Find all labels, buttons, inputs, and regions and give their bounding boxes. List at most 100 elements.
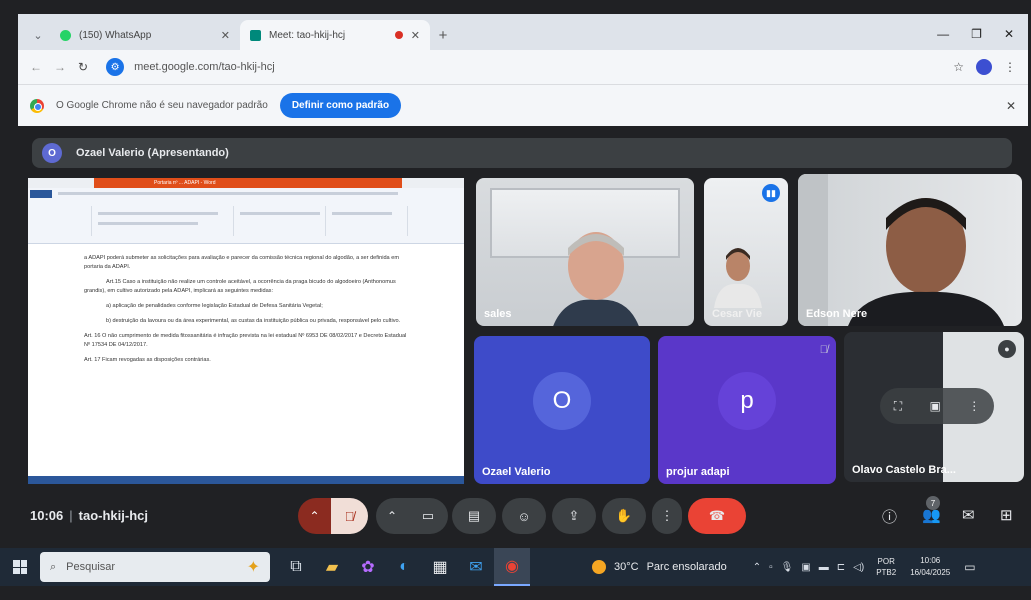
reload-icon[interactable]: ↻ (78, 60, 88, 74)
camera-options-chevron-icon[interactable]: ⌃ (376, 498, 408, 534)
back-icon[interactable]: ← (30, 60, 42, 74)
participant-name: Ozael Valerio (482, 466, 551, 478)
start-button[interactable] (0, 560, 40, 574)
browser-tab-strip: ⌄ (150) WhatsApp ✕ Meet: tao-hkij-hcj ✕ … (18, 14, 1028, 50)
participant-tile-ozael[interactable]: O Ozael Valerio (474, 336, 650, 484)
present-screen-button[interactable]: ⇪ (552, 498, 596, 534)
taskbar-search[interactable]: ⌕ Pesquisar ✦ (40, 552, 270, 582)
close-window-icon[interactable]: ✕ (1004, 27, 1014, 41)
muted-mic-icon: ● (998, 340, 1016, 358)
pin-icon[interactable]: ▣ (930, 399, 941, 413)
chrome-taskbar-icon[interactable]: ◉ (494, 548, 530, 586)
participant-name: sales (484, 308, 512, 320)
keyboard-layout: PTB2 (876, 568, 897, 577)
address-bar[interactable]: ⚙ meet.google.com/tao-hkij-hcj (100, 54, 941, 80)
mic-options-chevron-icon[interactable]: ⌃ (298, 498, 332, 534)
infobar-message: O Google Chrome não é seu navegador padr… (56, 100, 268, 111)
forward-icon[interactable]: → (54, 60, 66, 74)
close-icon[interactable]: ✕ (221, 29, 230, 42)
site-info-icon[interactable]: ⚙ (106, 58, 125, 76)
window-controls: — ❐ ✕ (937, 27, 1028, 50)
raise-hand-button[interactable]: ✋ (602, 498, 646, 534)
presenter-label: Ozael Valerio (Apresentando) (76, 147, 229, 159)
tab-search-icon[interactable]: ⌄ (26, 20, 50, 50)
doc-paragraph: b) destruição da lavoura ou da área expe… (106, 318, 401, 324)
leave-call-button[interactable]: ☎ (688, 498, 746, 534)
restore-icon[interactable]: ❐ (971, 27, 982, 41)
participant-video (798, 174, 1004, 326)
tab-whatsapp[interactable]: (150) WhatsApp ✕ (50, 20, 240, 50)
file-explorer-icon[interactable]: ▰ (314, 548, 350, 586)
participant-video (714, 248, 762, 308)
tray-chevron-icon[interactable]: ⌃ (753, 562, 761, 573)
task-view-icon[interactable]: ⧉ (278, 548, 314, 586)
close-infobar-icon[interactable]: ✕ (1006, 99, 1016, 113)
language-code: POR (877, 557, 895, 566)
bookmark-star-icon[interactable]: ☆ (953, 60, 964, 74)
participant-tile-edson[interactable]: Edson Nere (798, 174, 1022, 326)
volume-icon[interactable]: ◁) (853, 562, 864, 573)
meet-control-bar: 10:06 | tao-hkij-hcj ⌃ 🎙̸ ⌃ ▭ ▤ ☺ ⇪ ✋ ⋮ ☎ … (18, 488, 1028, 544)
network-icon[interactable]: ⊏ (837, 562, 845, 573)
tray-camera-icon[interactable]: ▣ (801, 562, 810, 573)
meeting-details-icon[interactable]: ⓘ (882, 506, 897, 527)
whatsapp-icon (60, 29, 71, 41)
windows-logo-icon (13, 560, 27, 574)
camera-button[interactable]: ▭ (408, 498, 448, 534)
edge-icon[interactable]: ◐ (386, 548, 422, 586)
meet-icon (250, 29, 261, 41)
url-text: meet.google.com/tao-hkij-hcj (134, 61, 275, 73)
people-icon[interactable]: 7 👥 (922, 496, 941, 524)
participant-tile-olavo[interactable]: ● ⛶ ▣ ⋮ Olavo Castelo Bra... (844, 332, 1024, 482)
participant-avatar: p (718, 372, 776, 431)
set-default-button[interactable]: Definir como padrão (279, 93, 402, 118)
mic-off-button[interactable]: 🎙̸ (331, 498, 368, 534)
participant-tile-sales[interactable]: sales (476, 178, 694, 326)
participant-tile-cesar[interactable]: ▮▮ Cesar Vie (704, 178, 788, 326)
mail-icon[interactable]: ✉ (458, 548, 494, 586)
meeting-code: tao-hkij-hcj (78, 508, 148, 523)
clock-date: 16/04/2025 (910, 568, 951, 577)
participant-name: projur adapi (666, 466, 730, 478)
input-language[interactable]: POR PTB2 (876, 556, 896, 578)
chat-icon[interactable]: ✉ (962, 506, 975, 524)
minimize-icon[interactable]: — (937, 27, 949, 41)
activities-icon[interactable]: ⊞ (1000, 506, 1013, 524)
captions-button[interactable]: ▤ (452, 498, 496, 534)
tray-app-icon[interactable]: ▫ (769, 562, 773, 573)
windows-taskbar: ⌕ Pesquisar ✦ ⧉ ▰ ✿ ◐ ▦ ✉ ◉ 30°C Parc en… (0, 548, 1031, 586)
notifications-icon[interactable]: ▭ (964, 560, 975, 574)
meeting-time: 10:06 (30, 508, 64, 523)
doc-paragraph: Art.15 Caso a instituição não realize um… (84, 279, 396, 294)
frame-icon[interactable]: ⛶ (894, 399, 902, 414)
doc-paragraph: Art. 17 Ficam revogadas as disposições c… (84, 357, 211, 363)
participant-tile-projur[interactable]: 🎙̸ p projur adapi (658, 336, 836, 484)
weather-widget[interactable]: 30°C Parc ensolarado (592, 560, 727, 574)
system-clock[interactable]: 10:06 16/04/2025 (910, 555, 950, 579)
profile-avatar[interactable] (976, 59, 992, 75)
more-options-button[interactable]: ⋮ (652, 498, 682, 534)
tray-app-icon[interactable]: ▬ (819, 562, 829, 573)
meet-stage: O Ozael Valerio (Apresentando) Portaria … (18, 126, 1028, 546)
new-tab-icon[interactable]: + (430, 20, 456, 50)
participant-avatar: O (533, 372, 591, 431)
meeting-info: 10:06 | tao-hkij-hcj (30, 508, 148, 523)
weather-sun-icon (592, 560, 606, 574)
tray-mic-icon[interactable]: 🎙 (781, 562, 794, 573)
store-icon[interactable]: ▦ (422, 548, 458, 586)
weather-text: Parc ensolarado (646, 561, 727, 573)
tab-title: (150) WhatsApp (79, 29, 152, 41)
more-options-icon[interactable]: ⋮ (968, 399, 980, 413)
close-icon[interactable]: ✕ (411, 29, 420, 42)
copilot-icon[interactable]: ✿ (350, 548, 386, 586)
tab-meet[interactable]: Meet: tao-hkij-hcj ✕ (240, 20, 430, 50)
word-statusbar (28, 476, 464, 484)
system-tray: ⌃ ▫ 🎙 ▣ ▬ ⊏ ◁) (753, 562, 865, 573)
participant-count-badge: 7 (926, 496, 940, 510)
camera-control: ⌃ ▭ (376, 498, 448, 534)
participant-video (553, 232, 639, 326)
document-body: a ADAPI poderá submeter as solicitações … (28, 244, 464, 365)
presenter-bar: O Ozael Valerio (Apresentando) (32, 138, 1012, 168)
emoji-reactions-button[interactable]: ☺ (502, 498, 546, 534)
menu-kebab-icon[interactable]: ⋮ (1004, 60, 1016, 74)
